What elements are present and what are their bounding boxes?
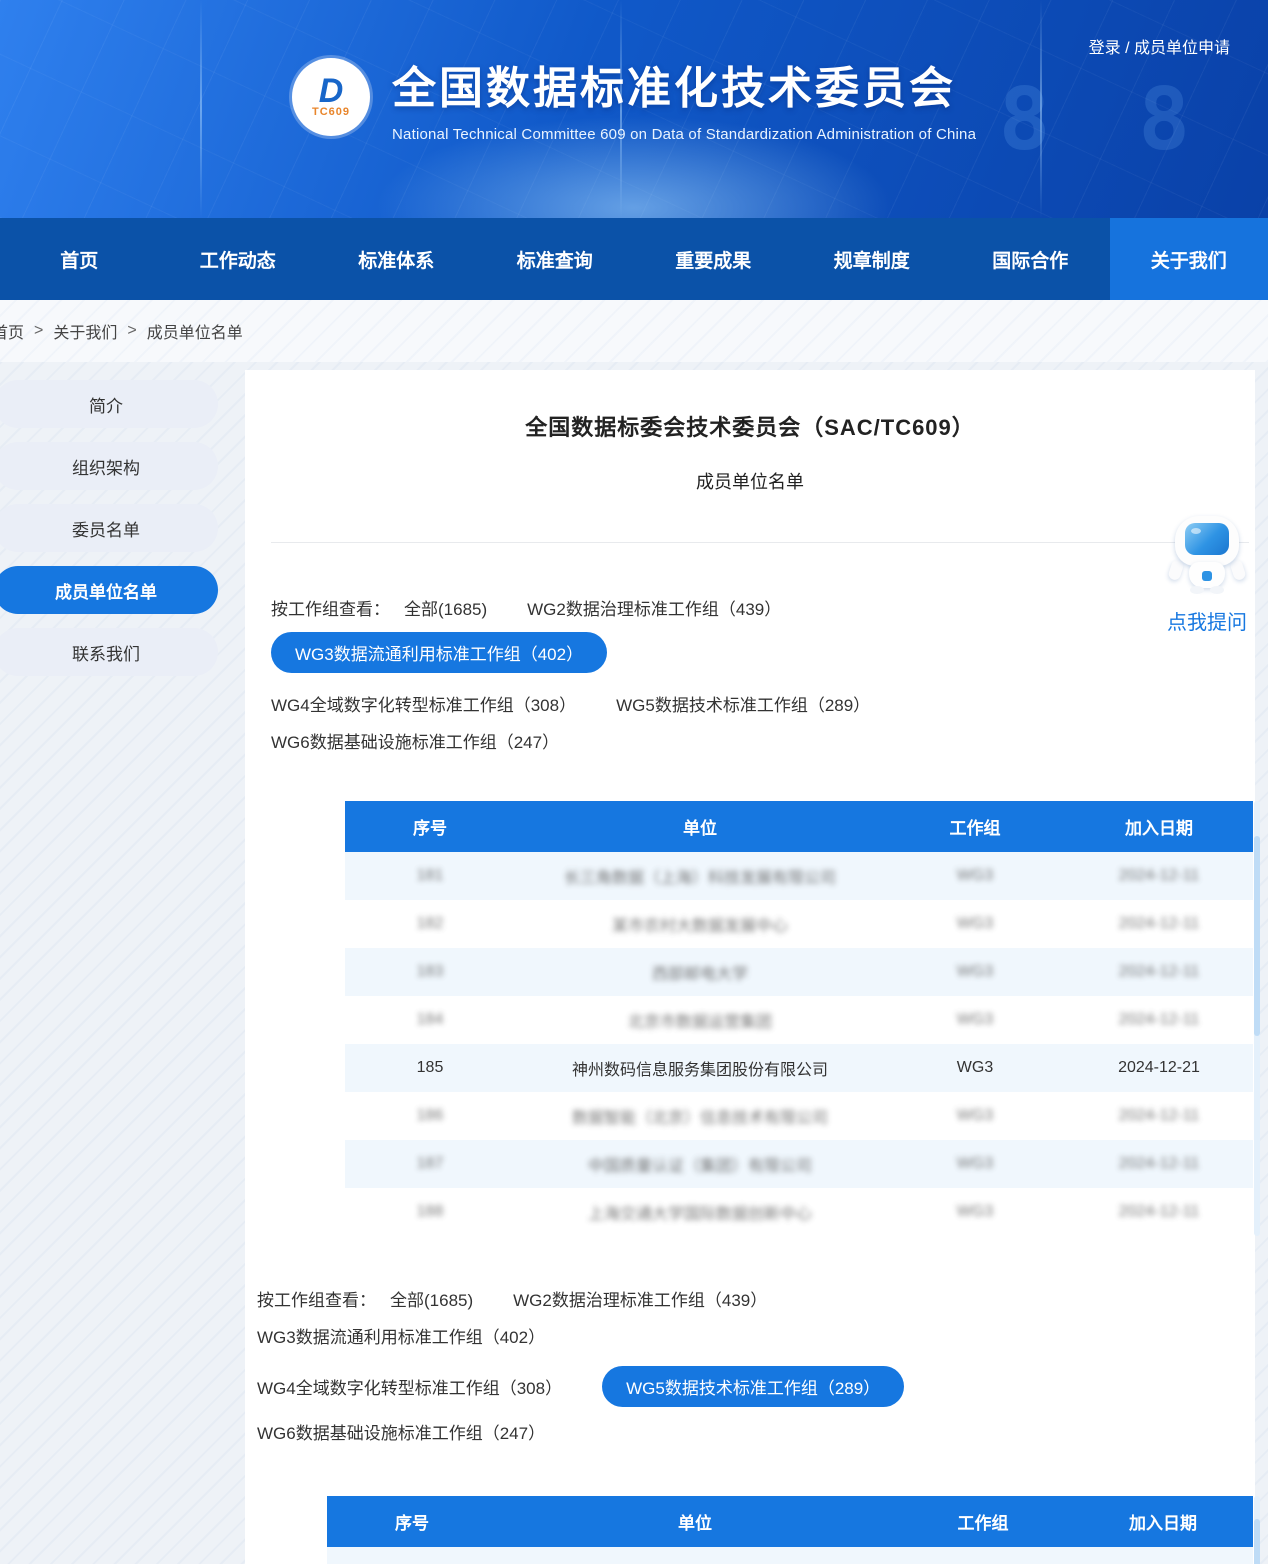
filter-option[interactable]: WG6数据基础设施标准工作组（247） [257,1419,545,1444]
site-banner: 8 8 登录 / 成员单位申请 D TC609 全国数据标准化技术委员会 Nat… [0,0,1268,218]
table-row: 184北京市数据运营集团WG32024-12-11 [345,996,1253,1044]
table-row: 181长三角数据（上海）科技发展有限公司WG32024-12-11 [345,852,1253,900]
nav-item-关于我们[interactable]: 关于我们 [1110,218,1268,300]
page-body: 简介组织架构委员名单成员单位名单联系我们 全国数据标委会技术委员会（SAC/TC… [0,362,1268,1564]
sidebar-item-联系我们[interactable]: 联系我们 [0,628,218,676]
breadcrumb-separator: > [34,322,43,340]
table-header-row: 序号 单位 工作组 加入日期 [327,1496,1253,1547]
table-row: 186数据智能（北京）信息技术有限公司WG32024-12-11 [345,1092,1253,1140]
breadcrumb-home[interactable]: 首页 [0,319,24,343]
col-header-unit: 单位 [497,1496,893,1547]
table-row: 188上海交通大学国际数据创新中心WG32024-12-11 [345,1188,1253,1236]
filter-option[interactable]: WG2数据治理标准工作组（439） [513,1286,767,1311]
main-nav: 首页工作动态标准体系标准查询重要成果规章制度国际合作关于我们 [0,218,1268,300]
filter-group-wg3: 按工作组查看： 全部(1685) WG2数据治理标准工作组（439） WG3数据流通… [271,589,1135,759]
filter-option[interactable]: WG5数据技术标准工作组（289） [616,691,870,716]
col-header-no: 序号 [345,801,515,852]
table-row: 187中国质量认证（集团）有限公司WG32024-12-11 [345,1140,1253,1188]
tc609-logo[interactable]: D TC609 [292,58,370,136]
nav-item-国际合作[interactable]: 国际合作 [951,218,1110,300]
nav-item-首页[interactable]: 首页 [0,218,159,300]
sidebar-item-简介[interactable]: 简介 [0,380,218,428]
sidebar-item-委员名单[interactable]: 委员名单 [0,504,218,552]
table-header-row: 序号 单位 工作组 加入日期 [345,801,1253,852]
col-header-date: 加入日期 [1073,1496,1253,1547]
filter-option[interactable]: WG4全域数字化转型标准工作组（308） [257,1374,562,1399]
filter-group-label: 按工作组查看： [257,1286,376,1311]
page-title: 全国数据标委会技术委员会（SAC/TC609） [245,370,1255,442]
login-member-apply-link[interactable]: 登录 / 成员单位申请 [1089,34,1230,58]
filter-option[interactable]: WG4全域数字化转型标准工作组（308） [271,691,576,716]
col-header-no: 序号 [327,1496,497,1547]
filter-option-selected[interactable]: WG3数据流通利用标准工作组（402） [271,632,607,673]
member-table-wg3-wrap: 序号 单位 工作组 加入日期 181长三角数据（上海）科技发展有限公司WG320… [345,801,1253,1236]
filter-option[interactable]: WG6数据基础设施标准工作组（247） [271,728,559,753]
table-row: 185神州数码信息服务集团股份有限公司WG32024-12-21 [345,1044,1253,1092]
col-header-group: 工作组 [885,801,1065,852]
filter-option[interactable]: 全部(1685) [390,1286,473,1311]
breadcrumb: 首页 > 关于我们 > 成员单位名单 [0,300,1268,362]
title-divider [271,542,1249,543]
page-subtitle: 成员单位名单 [245,468,1255,494]
member-table-wg5-wrap: 序号 单位 工作组 加入日期 261北京神州数字科技有限公司WG52024-12… [327,1496,1253,1564]
assistant-widget[interactable]: 点我提问 [1161,516,1253,635]
nav-item-重要成果[interactable]: 重要成果 [634,218,793,300]
table-row: 183西部邮电大学WG32024-12-11 [345,948,1253,996]
nav-item-标准体系[interactable]: 标准体系 [317,218,476,300]
filter-option-selected[interactable]: WG5数据技术标准工作组（289） [602,1366,904,1407]
breadcrumb-separator: > [127,322,136,340]
site-brand[interactable]: D TC609 全国数据标准化技术委员会 National Technical … [292,52,976,143]
member-table-wg3: 序号 单位 工作组 加入日期 181长三角数据（上海）科技发展有限公司WG320… [345,801,1253,1236]
breadcrumb-current: 成员单位名单 [147,319,243,343]
filter-group-wg5: 按工作组查看： 全部(1685) WG2数据治理标准工作组（439） WG3数据流通… [257,1280,1135,1450]
site-subtitle-en: National Technical Committee 609 on Data… [392,126,976,143]
col-header-unit: 单位 [515,801,885,852]
filter-option[interactable]: WG3数据流通利用标准工作组（402） [257,1323,545,1348]
sidebar-item-组织架构[interactable]: 组织架构 [0,442,218,490]
nav-item-标准查询[interactable]: 标准查询 [476,218,635,300]
nav-item-工作动态[interactable]: 工作动态 [159,218,318,300]
content-card: 全国数据标委会技术委员会（SAC/TC609） 成员单位名单 点我提问 按工作组… [245,370,1255,1564]
table-row: 182某市农村大数据发展中心WG32024-12-11 [345,900,1253,948]
logo-badge-text: TC609 [312,106,350,118]
logo-d-mark: D [319,76,344,106]
table-scrollbar[interactable] [1254,1496,1260,1564]
col-header-group: 工作组 [893,1496,1073,1547]
table-row: 261北京神州数字科技有限公司WG52024-12-21 [327,1547,1253,1564]
banner-decor-digits: 8 8 [999,70,1208,170]
filter-option[interactable]: 全部(1685) [404,595,487,620]
col-header-date: 加入日期 [1065,801,1253,852]
sidebar: 简介组织架构委员名单成员单位名单联系我们 [0,380,226,690]
robot-assistant-icon[interactable] [1172,516,1242,590]
banner-streak [200,0,202,218]
sidebar-item-成员单位名单[interactable]: 成员单位名单 [0,566,218,614]
nav-item-规章制度[interactable]: 规章制度 [793,218,952,300]
assistant-label[interactable]: 点我提问 [1161,606,1253,635]
breadcrumb-about[interactable]: 关于我们 [53,319,117,343]
filter-option[interactable]: WG2数据治理标准工作组（439） [527,595,781,620]
filter-group-label: 按工作组查看： [271,595,390,620]
member-table-wg5: 序号 单位 工作组 加入日期 261北京神州数字科技有限公司WG52024-12… [327,1496,1253,1564]
table-scrollbar[interactable] [1254,801,1260,1236]
site-title: 全国数据标准化技术委员会 [392,52,976,116]
